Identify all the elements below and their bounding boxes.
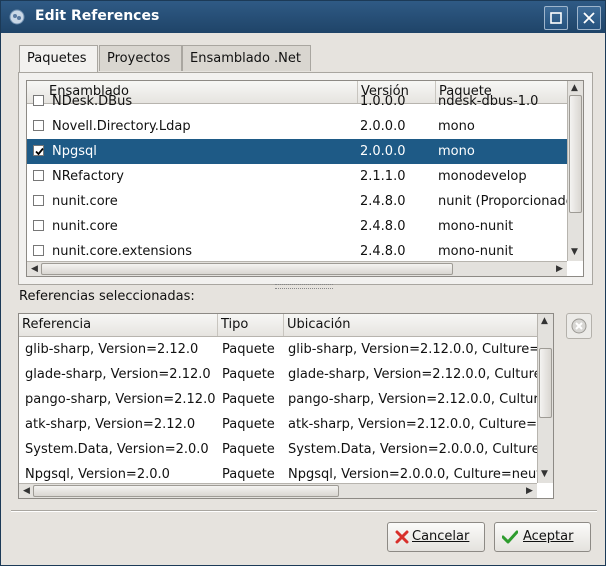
- scroll-down-arrow[interactable]: ▼: [568, 246, 581, 259]
- assembly-name: Novell.Directory.Ldap: [52, 119, 191, 134]
- cancel-button[interactable]: Cancelar: [387, 522, 485, 552]
- package-row[interactable]: nunit.core 2.4.8.0 nunit (Proporcionado: [27, 189, 567, 214]
- refs-header: Referencia Tipo Ubicación: [19, 314, 553, 337]
- assembly-name: nunit.core: [52, 194, 118, 209]
- app-icon: [9, 9, 25, 25]
- row-checkbox[interactable]: [33, 95, 44, 106]
- checkmark-icon: [502, 530, 518, 544]
- assembly-package: mono: [438, 119, 475, 134]
- reference-name: pango-sharp, Version=2.12.0: [25, 392, 216, 407]
- scroll-thumb[interactable]: [41, 263, 453, 275]
- scroll-left-arrow[interactable]: ◀: [28, 263, 41, 276]
- scroll-right-arrow[interactable]: ▶: [553, 263, 566, 276]
- col-tipo[interactable]: Tipo: [218, 314, 284, 336]
- package-row[interactable]: NRefactory 2.1.1.0 monodevelop: [27, 164, 567, 189]
- scroll-thumb[interactable]: [569, 95, 582, 213]
- remove-reference-button[interactable]: [566, 313, 592, 339]
- assembly-version: 2.0.0.0: [360, 119, 406, 134]
- scroll-thumb[interactable]: [539, 348, 552, 418]
- reference-type: Paquete: [222, 442, 275, 457]
- assembly-package: mono: [438, 144, 475, 159]
- assembly-version: 2.0.0.0: [360, 144, 406, 159]
- separator: [11, 510, 597, 512]
- package-row[interactable]: NDesk.DBus 1.0.0.0 ndesk-dbus-1.0: [27, 89, 567, 114]
- assembly-name: NDesk.DBus: [52, 94, 133, 109]
- assembly-version: 1.0.0.0: [360, 94, 406, 109]
- selected-refs-list[interactable]: Referencia Tipo Ubicación glib-sharp, Ve…: [18, 313, 554, 499]
- assembly-name: Npgsql: [52, 144, 97, 159]
- reference-type: Paquete: [222, 342, 275, 357]
- accept-button[interactable]: Aceptar: [494, 522, 591, 552]
- reference-row[interactable]: pango-sharp, Version=2.12.0 Paquete pango-…: [19, 387, 537, 412]
- package-row[interactable]: nunit.core 2.4.8.0 mono-nunit: [27, 214, 567, 239]
- assembly-name: nunit.core: [52, 219, 118, 234]
- reference-type: Paquete: [222, 367, 275, 382]
- row-checkbox[interactable]: [33, 245, 44, 256]
- reference-name: atk-sharp, Version=2.12.0: [25, 417, 196, 432]
- title-bar: Edit References: [1, 1, 605, 33]
- maximize-icon: [550, 12, 562, 24]
- col-ubicacion[interactable]: Ubicación: [284, 314, 538, 336]
- assembly-package: monodevelop: [438, 169, 527, 184]
- col-referencia[interactable]: Referencia: [19, 314, 218, 336]
- row-checkbox[interactable]: [33, 220, 44, 231]
- reference-location: glib-sharp, Version=2.12.0.0, Culture=ne: [288, 342, 537, 357]
- reference-location: pango-sharp, Version=2.12.0.0, Culture: [288, 392, 537, 407]
- maximize-button[interactable]: [544, 6, 568, 30]
- packages-panel: Ensamblado Versión Paquete NDesk.DBus 1.0…: [18, 72, 593, 285]
- refs-vscrollbar[interactable]: ▲ ▼: [537, 314, 553, 483]
- scroll-up-arrow[interactable]: ▲: [568, 82, 581, 95]
- row-checkbox[interactable]: [33, 170, 44, 181]
- row-checkbox[interactable]: [33, 195, 44, 206]
- assembly-package: nunit (Proporcionado: [438, 194, 567, 209]
- packages-hscrollbar[interactable]: ◀ ▶: [27, 261, 567, 276]
- pane-divider-grip[interactable]: [275, 284, 333, 289]
- assembly-version: 2.1.1.0: [360, 169, 406, 184]
- assembly-package: ndesk-dbus-1.0: [438, 94, 539, 109]
- reference-location: atk-sharp, Version=2.12.0.0, Culture=ne: [288, 417, 537, 432]
- selected-refs-label: Referencias seleccionadas:: [19, 289, 195, 304]
- package-row[interactable]: Npgsql 2.0.0.0 mono: [27, 139, 567, 164]
- reference-row[interactable]: System.Data, Version=2.0.0 Paquete System.…: [19, 437, 537, 462]
- packages-vscrollbar[interactable]: ▲ ▼: [567, 81, 583, 261]
- tab-paquetes[interactable]: Paquetes: [19, 45, 98, 74]
- reference-name: glib-sharp, Version=2.12.0: [25, 342, 199, 357]
- reference-name: glade-sharp, Version=2.12.0: [25, 367, 211, 382]
- refs-hscrollbar[interactable]: ◀ ▶: [19, 483, 537, 498]
- checkmark-icon: [35, 147, 44, 156]
- edit-references-dialog: Edit References Paquetes Proyectos Ensam…: [0, 0, 606, 566]
- package-row[interactable]: Novell.Directory.Ldap 2.0.0.0 mono: [27, 114, 567, 139]
- close-icon: [583, 12, 595, 24]
- cancel-label: Cancelar: [412, 529, 470, 544]
- remove-icon: [571, 318, 587, 334]
- packages-list[interactable]: Ensamblado Versión Paquete NDesk.DBus 1.0…: [26, 80, 584, 277]
- reference-name: System.Data, Version=2.0.0: [25, 442, 209, 457]
- reference-location: glade-sharp, Version=2.12.0.0, Culture=n: [288, 367, 537, 382]
- assembly-package: mono-nunit: [438, 219, 514, 234]
- window-title: Edit References: [35, 8, 160, 24]
- reference-type: Paquete: [222, 392, 275, 407]
- scroll-right-arrow[interactable]: ▶: [523, 485, 536, 498]
- accept-label: Aceptar: [523, 529, 574, 544]
- scroll-thumb[interactable]: [33, 485, 339, 497]
- scroll-up-arrow[interactable]: ▲: [538, 315, 551, 328]
- close-button[interactable]: [577, 6, 601, 30]
- cancel-x-icon: [395, 530, 409, 544]
- reference-row[interactable]: atk-sharp, Version=2.12.0 Paquete atk-shar…: [19, 412, 537, 437]
- assembly-version: 2.4.8.0: [360, 219, 406, 234]
- tab-proyectos[interactable]: Proyectos: [99, 45, 182, 71]
- row-checkbox[interactable]: [33, 120, 44, 131]
- assembly-version: 2.4.8.0: [360, 194, 406, 209]
- tab-ensamblado-net[interactable]: Ensamblado .Net: [182, 45, 311, 71]
- scroll-left-arrow[interactable]: ◀: [20, 485, 33, 498]
- reference-row[interactable]: glade-sharp, Version=2.12.0 Paquete glade-…: [19, 362, 537, 387]
- reference-type: Paquete: [222, 417, 275, 432]
- scroll-down-arrow[interactable]: ▼: [538, 468, 551, 481]
- reference-row[interactable]: glib-sharp, Version=2.12.0 Paquete glib-sh…: [19, 337, 537, 362]
- row-checkbox[interactable]: [33, 145, 44, 156]
- reference-location: System.Data, Version=2.0.0.0, Culture=: [288, 442, 537, 457]
- assembly-name: NRefactory: [52, 169, 124, 184]
